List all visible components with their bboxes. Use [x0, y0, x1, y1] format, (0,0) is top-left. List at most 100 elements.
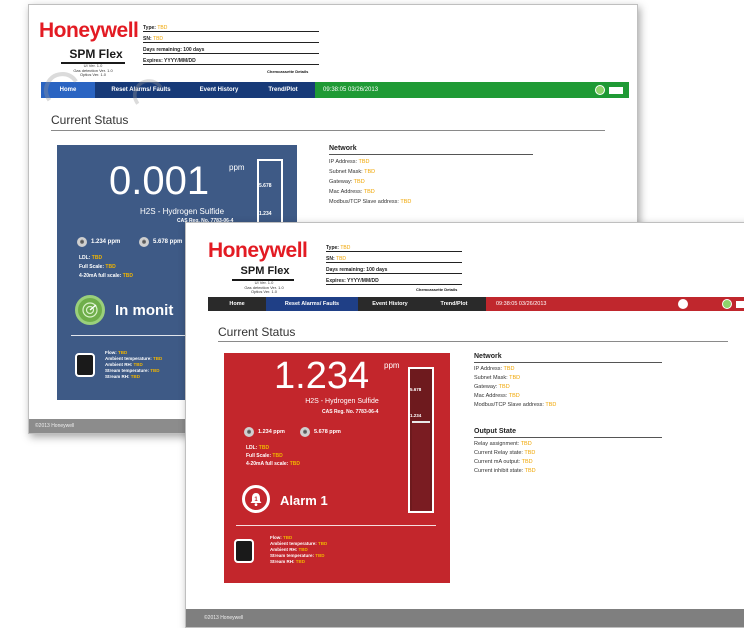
gas-name: H2S - Hydrogen Sulfide	[139, 207, 225, 216]
section-title: Current Status	[51, 113, 129, 127]
expires-label: Expires:	[326, 278, 346, 284]
ip-line: IP Address: TBD	[474, 366, 514, 372]
expires-label: Expires:	[143, 58, 163, 64]
nav-event-history[interactable]: Event History	[187, 87, 251, 93]
output-state-rule	[474, 437, 662, 438]
flow-label: Flow:	[105, 350, 117, 355]
gateway-line: Gateway: TBD	[329, 179, 365, 185]
sn-label: SN:	[143, 36, 152, 42]
nav-trend-plot[interactable]: Trend/Plot	[251, 87, 315, 93]
nav-reset-alarms[interactable]: Reset Alarms/ Faults	[266, 297, 358, 311]
nav-reset-alarms[interactable]: Reset Alarms/ Faults	[95, 87, 187, 93]
type-value: TBD	[157, 25, 168, 31]
ma-fullscale-label: 4-20mA full scale:	[246, 461, 289, 467]
inhibit-state-value: TBD	[524, 468, 536, 474]
alarm-level-1: ◉ 1.234 ppm	[77, 237, 120, 247]
optics-version: Optics Ver. 1.0	[250, 289, 277, 295]
bell-icon: ◉	[139, 237, 149, 247]
stream-temp-label: Stream temperature:	[270, 553, 315, 558]
ambient-rh-label: Ambient RH:	[270, 547, 298, 552]
modbus-line: Modbus/TCP Slave address: TBD	[474, 402, 556, 408]
sn-value: TBD	[336, 256, 347, 262]
gas-reading-unit: ppm	[384, 361, 400, 370]
stream-rh-label: Stream RH:	[270, 559, 295, 564]
alarm-level-1-value: 1.234 ppm	[258, 429, 285, 435]
clock-display: 09:38:05 03/26/2013	[315, 82, 629, 98]
sn-label: SN:	[326, 256, 335, 262]
gauge-label-high: 5.678	[259, 183, 272, 189]
ambient-temp-line: Ambient temperature: TBD	[105, 356, 162, 361]
gateway-label: Gateway:	[474, 384, 498, 390]
fullscale-label: Full Scale:	[246, 453, 272, 459]
status-card: 1.234 ppm H2S - Hydrogen Sulfide CAS Reg…	[224, 353, 450, 583]
ip-value: TBD	[503, 366, 515, 372]
nav-trend-plot[interactable]: Trend/Plot	[422, 301, 486, 307]
days-label: Days remaining:	[326, 267, 365, 273]
device-icon	[75, 353, 95, 377]
ip-line: IP Address: TBD	[329, 159, 369, 165]
version-list: UI Ver. 1.0 Gas detection Ver. 1.0 Optic…	[220, 280, 308, 295]
modbus-label: Modbus/TCP Slave address:	[329, 199, 399, 205]
bell-icon: ◉	[244, 427, 254, 437]
days-label: Days remaining:	[143, 47, 182, 53]
sn-value: TBD	[153, 36, 164, 42]
ma-fullscale-value: TBD	[122, 273, 134, 279]
stream-temp-value: TBD	[150, 368, 160, 373]
expires-value: YYYY/MM/DD	[347, 278, 379, 284]
nav-event-history[interactable]: Event History	[358, 301, 422, 307]
honeywell-logo: Honeywell	[39, 19, 139, 42]
days-value: 100 days	[183, 47, 205, 53]
alarm-bell-icon	[678, 299, 688, 309]
modbus-value: TBD	[545, 402, 557, 408]
ma-fullscale-line: 4-20mA full scale: TBD	[79, 273, 133, 279]
status-ok-icon	[595, 85, 605, 95]
type-label: Type:	[143, 25, 156, 31]
nav-home[interactable]: Home	[41, 82, 95, 98]
ma-fullscale-line: 4-20mA full scale: TBD	[246, 461, 300, 467]
fullscale-line: Full Scale: TBD	[79, 264, 116, 270]
nav-home[interactable]: Home	[208, 301, 266, 307]
alarm-level-2-value: 5.678 ppm	[314, 429, 341, 435]
chemcassette-details-link[interactable]: Chemcassette Details	[416, 287, 457, 292]
stream-rh-label: Stream RH:	[105, 374, 130, 379]
section-rule	[51, 130, 605, 131]
device-state: In monit	[115, 302, 174, 319]
flow-value: TBD	[118, 350, 128, 355]
ma-output-label: Current mA output:	[474, 459, 521, 465]
mask-value: TBD	[509, 375, 521, 381]
card-divider	[236, 525, 436, 526]
stream-rh-value: TBD	[130, 374, 141, 379]
network-rule	[329, 154, 533, 155]
ip-label: IP Address:	[329, 159, 358, 165]
expires-value: YYYY/MM/DD	[164, 58, 196, 64]
network-rule	[474, 362, 662, 363]
main-nav: Home Reset Alarms/ Faults Event History …	[208, 297, 744, 311]
mac-value: TBD	[508, 393, 520, 399]
status-ok-icon	[722, 299, 732, 309]
ldl-line: LDL: TBD	[246, 445, 269, 451]
stream-rh-line: Stream RH: TBD	[270, 559, 305, 564]
gauge-fill	[412, 421, 430, 511]
relay-assignment-label: Relay assignment:	[474, 441, 520, 447]
stream-temp-line: Stream temperature: TBD	[270, 553, 325, 558]
stream-temp-label: Stream temperature:	[105, 368, 150, 373]
gauge-label-low: 1.234	[259, 211, 272, 217]
fullscale-line: Full Scale: TBD	[246, 453, 283, 459]
gateway-line: Gateway: TBD	[474, 384, 510, 390]
flow-line: Flow: TBD	[105, 350, 127, 355]
flow-value: TBD	[283, 535, 293, 540]
ldl-label: LDL:	[79, 255, 91, 261]
ambient-rh-value: TBD	[133, 362, 143, 367]
mask-line: Subnet Mask: TBD	[474, 375, 520, 381]
concentration-gauge	[257, 159, 283, 229]
mac-label: Mac Address:	[474, 393, 508, 399]
chemcassette-details-link[interactable]: Chemcassette Details	[267, 69, 308, 74]
expires-line: Expires: YYYY/MM/DD	[143, 58, 319, 65]
section-title: Current Status	[218, 325, 296, 339]
ambient-rh-line: Ambient RH: TBD	[105, 362, 143, 367]
gas-reading-unit: ppm	[229, 163, 245, 172]
days-line: Days remaining: 100 days	[143, 47, 319, 54]
flow-label: Flow:	[270, 535, 282, 540]
flow-line: Flow: TBD	[270, 535, 292, 540]
type-line: Type: TBD	[143, 25, 319, 32]
